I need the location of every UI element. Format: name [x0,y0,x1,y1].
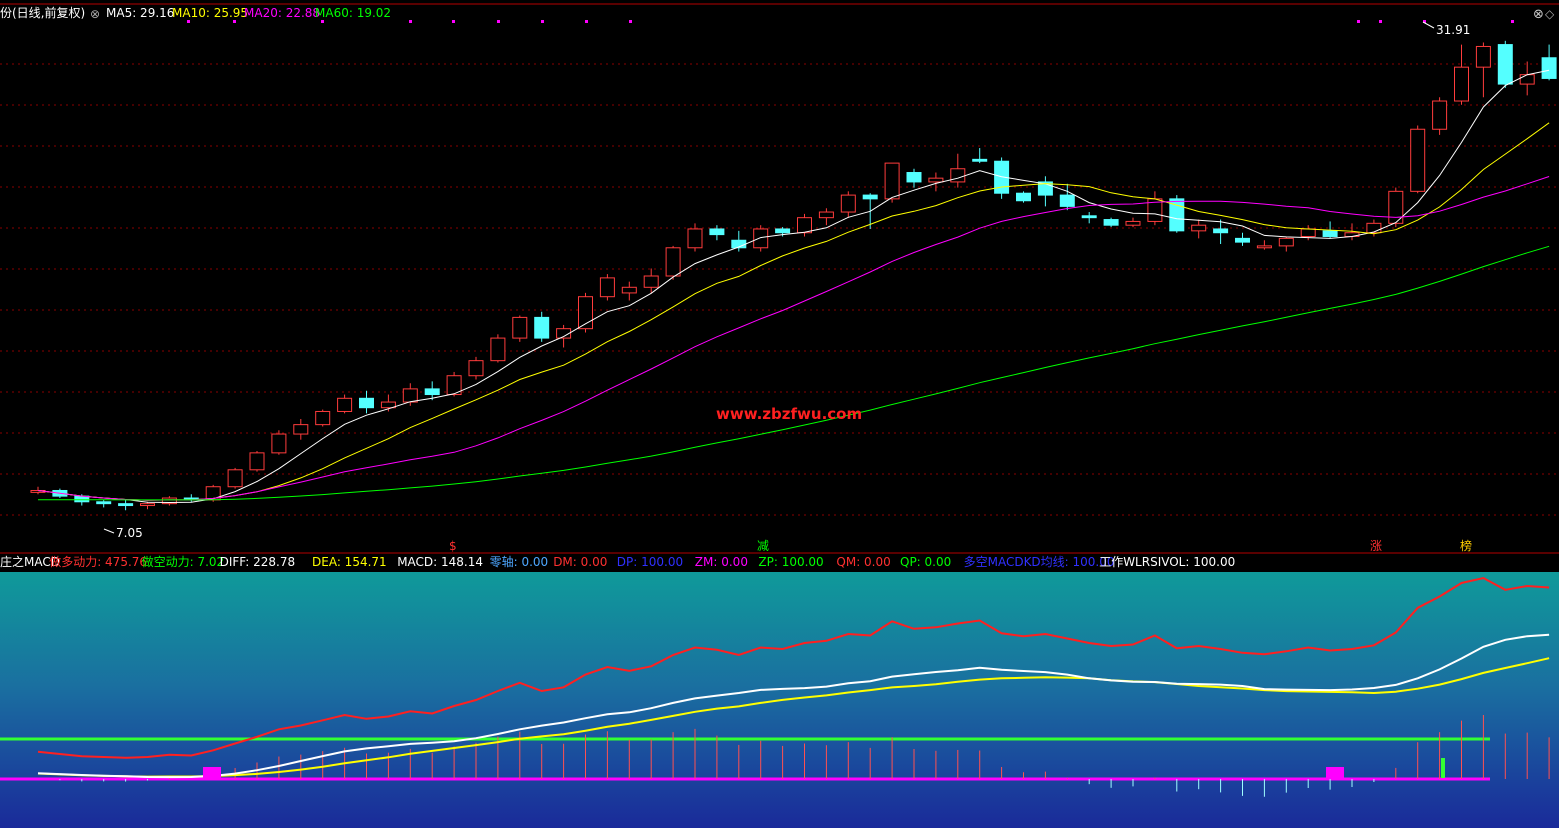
candle [1169,195,1185,233]
candle [1103,217,1119,228]
signal-dot [541,20,544,23]
indicator-label: QP: 0.00 [900,555,951,569]
indicator-label: QM: 0.00 [836,555,890,569]
chart-title: 份(日线,前复权) [0,5,85,20]
indicator-label: DM: 0.00 [553,555,607,569]
marker-bar [1441,758,1445,778]
candle [315,409,331,427]
stock-chart: 份(日线,前复权) ⊗ MA5: 29.16 MA10: 25.95 MA20:… [0,0,1559,828]
signal-mark-rise: 涨 [1370,538,1382,553]
candle [1016,191,1031,203]
candle [994,157,1010,199]
signal-dot [409,20,412,23]
signal-mark-dollar: $ [449,539,457,553]
candle [884,162,900,203]
candle [753,225,769,252]
indicator-header: 庄之MACD做多动力: 475.76做空动力: 7.02DIFF: 228.78… [0,554,1235,569]
low-price-label: 7.05 [116,526,143,540]
signal-dot [233,20,236,23]
signal-dot [452,20,455,23]
marker-block [1326,767,1344,779]
indicator-label: ZM: 0.00 [695,555,748,569]
candle [512,315,528,342]
candle [446,371,462,397]
candle [271,430,287,455]
ma20-label: MA20: 22.88 [244,6,320,20]
ma5-label: MA5: 29.16 [106,6,174,20]
signal-dot [1511,20,1514,23]
candle [1497,40,1513,88]
diamond-icon[interactable]: ◇ [1545,7,1555,21]
signal-dot [1379,20,1382,23]
signal-dot [321,20,324,23]
signal-dot [187,20,190,23]
candle [249,450,265,472]
indicator-label: DEA: 154.71 [312,555,387,569]
signal-dot [629,20,632,23]
marker-block [203,767,221,779]
signal-dot [585,20,588,23]
candle [468,356,484,380]
candle [665,245,681,280]
close-icon[interactable]: ⊗ [1533,7,1544,22]
indicator-label: DIFF: 228.78 [220,555,296,569]
indicator-label: 多空MACDKD均线: 100.00 [964,555,1115,569]
settings-icon[interactable]: ⊗ [90,7,100,21]
indicator-label: 零轴: 0.00 [490,554,549,569]
ma10-label: MA10: 25.95 [172,6,248,20]
indicator-label: ZP: 100.00 [758,555,823,569]
indicator-label: 做多动力: 475.76 [49,554,147,569]
signal-dot [1357,20,1360,23]
watermark: www.zbzfwu.com [716,405,862,423]
candle [1388,187,1404,228]
ma60-label: MA60: 19.02 [315,6,391,20]
signal-mark-list: 榜 [1460,538,1472,553]
indicator-label: 做空动力: 7.02 [142,554,225,569]
indicator-label: DP: 100.00 [617,555,683,569]
signal-dot [497,20,500,23]
candle [490,334,506,363]
candle [161,496,177,506]
candle [1410,125,1426,194]
high-price-label: 31.91 [1436,23,1470,37]
indicator-label: MACD: 148.14 [397,555,483,569]
indicator-label: 工作WLRSIVOL: 100.00 [1099,555,1235,569]
candle [1432,97,1448,135]
candle [227,467,243,489]
signal-mark-reduce: 减 [757,539,769,553]
candle [599,274,615,301]
